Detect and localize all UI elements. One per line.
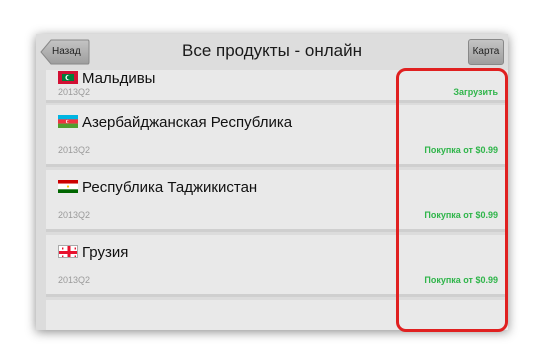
- maldives-flag-icon: [58, 71, 78, 84]
- azerbaijan-flag-icon: [58, 115, 78, 128]
- page-title: Все продукты - онлайн: [181, 41, 363, 60]
- tajikistan-flag-icon: [58, 180, 78, 193]
- country-name: Грузия: [82, 244, 129, 261]
- country-name: Мальдивы: [82, 70, 156, 87]
- version-label: 2013Q2: [58, 87, 91, 97]
- header-bar: Назад Все продукты - онлайн Карта: [36, 34, 508, 70]
- country-name: Азербайджанская Республика: [82, 114, 293, 131]
- version-label: 2013Q2: [58, 145, 91, 155]
- georgia-flag-icon: [58, 245, 78, 258]
- version-label: 2013Q2: [58, 275, 91, 285]
- map-button[interactable]: Карта: [468, 39, 504, 65]
- highlight-annotation: [396, 68, 508, 332]
- country-name: Республика Таджикистан: [82, 179, 258, 196]
- version-label: 2013Q2: [58, 210, 91, 220]
